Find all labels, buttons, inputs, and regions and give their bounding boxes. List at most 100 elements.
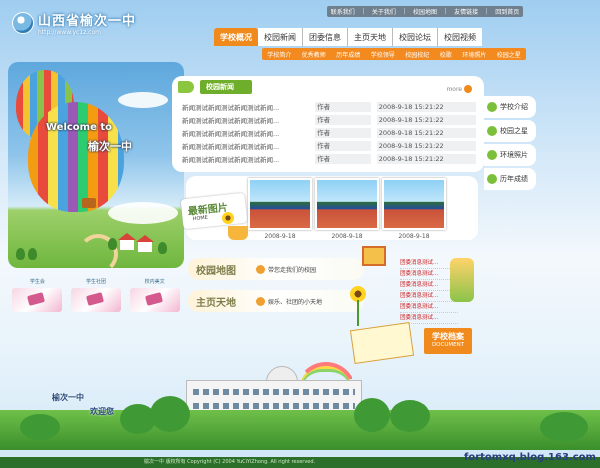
subnav-teachers[interactable]: 优秀教师 xyxy=(302,50,326,59)
news-row-author: 作者 xyxy=(315,153,371,164)
news-row-title[interactable]: 新闻测试新闻测试新闻测试新闻... xyxy=(182,141,311,151)
divider: | xyxy=(403,8,406,15)
subnav-song[interactable]: 校歌 xyxy=(440,50,452,59)
news-row[interactable]: 新闻测试新闻测试新闻测试新闻... 作者 2008-9-18 15:21:22 xyxy=(182,126,476,139)
school-building-icon xyxy=(362,246,386,266)
subnav-photos[interactable]: 环境照片 xyxy=(462,50,486,59)
subnav-results[interactable]: 历年成绩 xyxy=(336,50,360,59)
sub-nav: 学校简介 优秀教师 历年成绩 学校领导 校园校纪 校歌 环境照片 校园之星 xyxy=(262,48,526,60)
house-roof xyxy=(136,235,154,242)
nav-item-league[interactable]: 团委信息 xyxy=(303,28,348,46)
feature-desc: 娱乐、社团的小天地 xyxy=(268,298,323,306)
top-link-home[interactable]: 回到首页 xyxy=(495,7,519,16)
nav-item-news[interactable]: 校园新闻 xyxy=(258,28,303,46)
rside-label: 学校介绍 xyxy=(500,103,528,111)
hot-air-balloon xyxy=(28,102,124,212)
photo-date: 2008-9-18 xyxy=(331,233,363,240)
feature-campus-map[interactable]: 校园地图 带您走我们的校园 xyxy=(188,258,364,280)
news-row[interactable]: 新闻测试新闻测试新闻测试新闻... 作者 2008-9-18 15:21:22 xyxy=(182,139,476,152)
site-logo[interactable]: 山西省榆次一中 http://www.yc1z.com xyxy=(12,10,136,36)
tree xyxy=(16,248,25,260)
feature-title: 校园地图 xyxy=(196,265,236,277)
tree xyxy=(108,238,117,250)
more-link[interactable]: more xyxy=(446,86,462,93)
tree xyxy=(28,248,37,260)
divider: | xyxy=(444,8,447,15)
news-row-title[interactable]: 新闻测试新闻测试新闻测试新闻... xyxy=(182,128,311,138)
main-nav: 学校概况 校园新闻 团委信息 主页天地 校园论坛 校园视频 xyxy=(214,28,482,46)
flower-pot xyxy=(228,226,248,240)
lipstick-icon xyxy=(129,288,180,312)
rside-item-stars[interactable]: 校园之星 xyxy=(484,120,536,142)
subnav-intro[interactable]: 学校简介 xyxy=(267,50,291,59)
photo-thumbnail[interactable] xyxy=(382,178,446,230)
thumb-clubs[interactable]: 学生社团 xyxy=(70,278,121,312)
bullet-icon xyxy=(256,296,265,306)
site-title: 山西省榆次一中 xyxy=(38,14,137,29)
thumb-label: 学生会 xyxy=(29,279,45,285)
tree xyxy=(158,242,167,254)
top-link-about[interactable]: 关于我们 xyxy=(372,7,396,16)
thumb-label: 校内美文 xyxy=(144,279,165,285)
footer-welcome: 欢迎您 xyxy=(90,407,114,416)
latest-photos-home: HOME xyxy=(192,214,209,223)
student-links: 学生会 学生社团 校内美文 xyxy=(8,278,184,312)
nav-item-homepage[interactable]: 主页天地 xyxy=(348,28,393,46)
nav-item-forum[interactable]: 校园论坛 xyxy=(393,28,438,46)
photo-date: 2008-9-18 xyxy=(264,233,296,240)
subnav-leaders[interactable]: 学校领导 xyxy=(371,50,395,59)
megaphone-icon xyxy=(178,81,194,93)
divider: | xyxy=(362,8,365,15)
subnav-stars[interactable]: 校园之星 xyxy=(497,50,521,59)
sunflower-icon xyxy=(222,212,234,224)
top-links-bar: 联系我们 | 关于我们 | 校园地图 | 友情链接 | 回到首页 xyxy=(327,6,523,17)
rside-item-intro[interactable]: 学校介绍 xyxy=(484,96,536,118)
house-roof xyxy=(118,233,136,240)
feature-desc: 带您走我们的校园 xyxy=(268,266,317,274)
league-news-item[interactable]: 团委消息测试... xyxy=(400,302,458,313)
news-row[interactable]: 新闻测试新闻测试新闻测试新闻... 作者 2008-9-18 15:21:22 xyxy=(182,152,476,165)
news-row-author: 作者 xyxy=(315,127,371,138)
right-side-menu: 学校介绍 校园之星 环境照片 历年成绩 xyxy=(484,96,536,192)
top-link-map[interactable]: 校园地图 xyxy=(413,7,437,16)
watermark: fortomxq.blog.163.com xyxy=(464,452,596,463)
document-button[interactable]: 学校档案 DOCUMENT xyxy=(424,328,472,354)
welcome-school-name: 榆次一中 xyxy=(88,140,132,153)
subnav-rules[interactable]: 校园校纪 xyxy=(405,50,429,59)
house xyxy=(138,242,152,252)
rside-label: 历年成绩 xyxy=(500,175,528,183)
photo-thumbnail[interactable] xyxy=(315,178,379,230)
rside-item-results[interactable]: 历年成绩 xyxy=(484,168,536,190)
rside-item-photos[interactable]: 环境照片 xyxy=(484,144,536,166)
document-title: 学校档案 xyxy=(432,332,464,341)
news-row[interactable]: 新闻测试新闻测试新闻测试新闻... 作者 2008-9-18 15:21:22 xyxy=(182,100,476,113)
thumb-student-union[interactable]: 学生会 xyxy=(12,278,63,312)
house xyxy=(120,240,134,250)
news-row-title[interactable]: 新闻测试新闻测试新闻测试新闻... xyxy=(182,154,311,164)
news-row-date: 2008-9-18 15:21:22 xyxy=(376,114,476,125)
nav-item-video[interactable]: 校园视频 xyxy=(438,28,482,46)
more-arrow-icon[interactable] xyxy=(464,85,472,93)
news-row[interactable]: 新闻测试新闻测试新闻测试新闻... 作者 2008-9-18 15:21:22 xyxy=(182,113,476,126)
news-row-title[interactable]: 新闻测试新闻测试新闻测试新闻... xyxy=(182,102,311,112)
bush xyxy=(150,396,190,432)
feature-homepage[interactable]: 主页天地 娱乐、社团的小天地 xyxy=(188,290,364,312)
news-title: 校园新闻 xyxy=(200,80,252,94)
lipstick-icon xyxy=(12,288,63,312)
news-row-date: 2008-9-18 15:21:22 xyxy=(376,101,476,112)
photo-thumbnail[interactable] xyxy=(248,178,312,230)
news-list: 新闻测试新闻测试新闻测试新闻... 作者 2008-9-18 15:21:22 … xyxy=(182,100,476,165)
top-link-friends[interactable]: 友情链接 xyxy=(454,7,478,16)
sunflower-stem xyxy=(357,300,359,326)
news-row-title[interactable]: 新闻测试新闻测试新闻测试新闻... xyxy=(182,115,311,125)
bullet-icon xyxy=(487,102,497,112)
site-url: http://www.yc1z.com xyxy=(38,29,101,36)
child-figure xyxy=(450,258,474,302)
cloud xyxy=(108,202,178,224)
thumb-essays[interactable]: 校内美文 xyxy=(129,278,180,312)
news-panel: 校园新闻 more 新闻测试新闻测试新闻测试新闻... 作者 2008-9-18… xyxy=(172,76,484,172)
nav-item-overview[interactable]: 学校概况 xyxy=(214,28,258,46)
top-link-contact[interactable]: 联系我们 xyxy=(331,7,355,16)
bush xyxy=(354,398,390,432)
thumb-label: 学生社团 xyxy=(85,279,106,285)
